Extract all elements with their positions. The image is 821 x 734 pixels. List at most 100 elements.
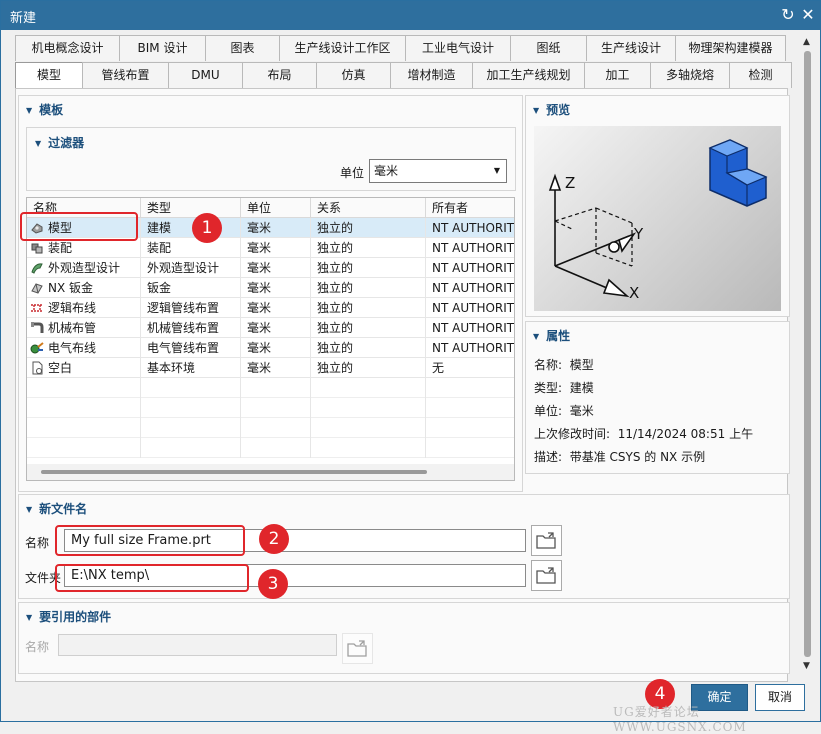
col-type[interactable]: 类型 — [141, 198, 241, 218]
prop-unit: 单位: 毫米 — [534, 404, 594, 418]
tab-bim[interactable]: BIM 设计 — [119, 35, 206, 61]
tab-layout[interactable]: 布局 — [242, 62, 317, 88]
scroll-up-icon[interactable]: ▲ — [803, 37, 810, 47]
tab-machining[interactable]: 加工 — [584, 62, 651, 88]
unit-select[interactable]: 毫米 ▼ — [369, 159, 507, 183]
row-owner: NT AUTHORITY — [432, 320, 515, 335]
table-row[interactable]: 机械布管 机械管线布置 毫米 独立的 NT AUTHORITY — [27, 318, 515, 338]
axis-x-label: X — [629, 284, 639, 302]
row-unit: 毫米 — [241, 218, 311, 238]
tab-machining-line-planning[interactable]: 加工生产线规划 — [472, 62, 585, 88]
tab-inspection[interactable]: 检测 — [729, 62, 792, 88]
row-type: 钣金 — [141, 278, 241, 298]
vertical-scrollbar[interactable]: ▲ ▼ — [800, 35, 816, 675]
new-filename-header[interactable]: ▼ 新文件名 — [26, 500, 87, 517]
tab-multiaxis-deposition[interactable]: 多轴烧熔 — [650, 62, 730, 88]
row-name: 空白 — [48, 360, 73, 375]
row-type: 外观造型设计 — [141, 258, 241, 278]
tab-drawing[interactable]: 图纸 — [510, 35, 587, 61]
row-type: 电气管线布置 — [141, 338, 241, 358]
electrical-routing-icon — [30, 342, 44, 354]
callout-badge-3: 3 — [258, 569, 288, 599]
scroll-thumb[interactable] — [41, 470, 427, 474]
row-type: 机械管线布置 — [141, 318, 241, 338]
folder-open-icon — [536, 567, 556, 584]
row-owner: NT AUTHORITY — [432, 220, 515, 235]
row-type: 基本环境 — [141, 358, 241, 378]
browse-referenced-button[interactable] — [342, 633, 373, 664]
folder-open-icon — [347, 640, 367, 657]
row-name: 装配 — [48, 240, 73, 255]
filename-label: 名称 — [25, 536, 50, 550]
row-name: NX 钣金 — [48, 280, 94, 295]
table-row[interactable]: 电气布线 电气管线布置 毫米 独立的 NT AUTHORITY — [27, 338, 514, 358]
row-relation: 独立的 — [311, 298, 426, 318]
close-icon[interactable]: ✕ — [798, 4, 818, 26]
mechanical-piping-icon — [31, 322, 44, 333]
empty-row — [27, 418, 514, 438]
properties-header[interactable]: ▼ 属性 — [533, 327, 570, 344]
csys-preview-icon: Z Y X — [548, 139, 768, 302]
template-header[interactable]: ▼ 模板 — [26, 101, 63, 118]
preview-header[interactable]: ▼ 预览 — [533, 101, 570, 118]
horizontal-scrollbar[interactable] — [27, 464, 514, 480]
tab-additive[interactable]: 增材制造 — [390, 62, 473, 88]
col-owner[interactable]: 所有者 — [426, 198, 514, 218]
row-unit: 毫米 — [241, 258, 311, 278]
empty-row — [27, 398, 514, 418]
table-row[interactable]: NX 钣金 钣金 毫米 独立的 NT AUTHORITY — [27, 278, 514, 298]
row-type: 逻辑管线布置 — [141, 298, 241, 318]
watermark: UG爱好者论坛 WWW.UGSNX.COM — [613, 705, 747, 734]
tab-physical-architecture[interactable]: 物理架构建模器 — [675, 35, 786, 61]
scroll-thumb[interactable] — [804, 51, 811, 657]
tab-electrical-design[interactable]: 工业电气设计 — [405, 35, 511, 61]
nx-model-cube-icon — [708, 139, 768, 207]
tab-row-2: 模型 管线布置 DMU 布局 仿真 增材制造 加工生产线规划 加工 多轴烧熔 检… — [15, 62, 792, 90]
tab-mechatronics[interactable]: 机电概念设计 — [15, 35, 120, 61]
table-row[interactable]: 装配 装配 毫米 独立的 NT AUTHORITY — [27, 238, 514, 258]
row-unit: 毫米 — [241, 238, 311, 258]
row-relation: 独立的 — [311, 278, 426, 298]
referenced-part-header[interactable]: ▼ 要引用的部件 — [26, 608, 111, 625]
title-bar[interactable]: 新建 ↻ ✕ — [1, 1, 820, 30]
table-row[interactable]: 外观造型设计 外观造型设计 毫米 独立的 NT AUTHORITY — [27, 258, 514, 278]
row-relation: 独立的 — [311, 338, 426, 358]
reset-icon[interactable]: ↻ — [778, 4, 798, 26]
browse-file-button[interactable] — [531, 525, 562, 556]
collapse-icon: ▼ — [533, 332, 540, 341]
scroll-down-icon[interactable]: ▼ — [803, 661, 810, 671]
row-unit: 毫米 — [241, 298, 311, 318]
tab-routing[interactable]: 管线布置 — [82, 62, 169, 88]
tab-line-design-workspace[interactable]: 生产线设计工作区 — [279, 35, 406, 61]
row-relation: 独立的 — [311, 218, 426, 238]
collapse-icon: ▼ — [26, 613, 33, 622]
prop-name: 名称: 模型 — [534, 358, 594, 372]
table-row[interactable]: 空白 基本环境 毫米 独立的 无 — [27, 358, 514, 378]
dropdown-arrow-icon: ▼ — [493, 166, 500, 175]
row-owner: NT AUTHORITY — [432, 300, 515, 315]
tab-diagram[interactable]: 图表 — [205, 35, 280, 61]
logical-routing-icon — [31, 304, 43, 312]
browse-folder-button[interactable] — [531, 560, 562, 591]
row-type: 建模 — [141, 218, 241, 238]
row-name: 电气布线 — [48, 340, 97, 355]
axis-z-label: Z — [565, 174, 575, 192]
filter-header[interactable]: ▼ 过滤器 — [35, 134, 84, 151]
table-row[interactable]: 逻辑布线 逻辑管线布置 毫米 独立的 NT AUTHORITY — [27, 298, 515, 318]
shape-studio-icon — [31, 263, 43, 274]
col-unit[interactable]: 单位 — [241, 198, 311, 218]
empty-row — [27, 378, 514, 398]
collapse-icon: ▼ — [533, 106, 540, 115]
tab-simulation[interactable]: 仿真 — [316, 62, 391, 88]
callout-badge-2: 2 — [259, 524, 289, 554]
referenced-name-input[interactable] — [58, 634, 337, 656]
row-unit: 毫米 — [241, 278, 311, 298]
col-relation[interactable]: 关系 — [311, 198, 426, 218]
blank-file-icon — [32, 361, 43, 375]
tab-model[interactable]: 模型 — [15, 62, 83, 90]
tab-line-design[interactable]: 生产线设计 — [586, 35, 676, 61]
prop-last-modified: 上次修改时间: 11/14/2024 08:51 上午 — [534, 427, 754, 441]
tab-dmu[interactable]: DMU — [168, 62, 243, 88]
row-relation: 独立的 — [311, 318, 426, 338]
callout-highlight-3 — [55, 564, 249, 592]
